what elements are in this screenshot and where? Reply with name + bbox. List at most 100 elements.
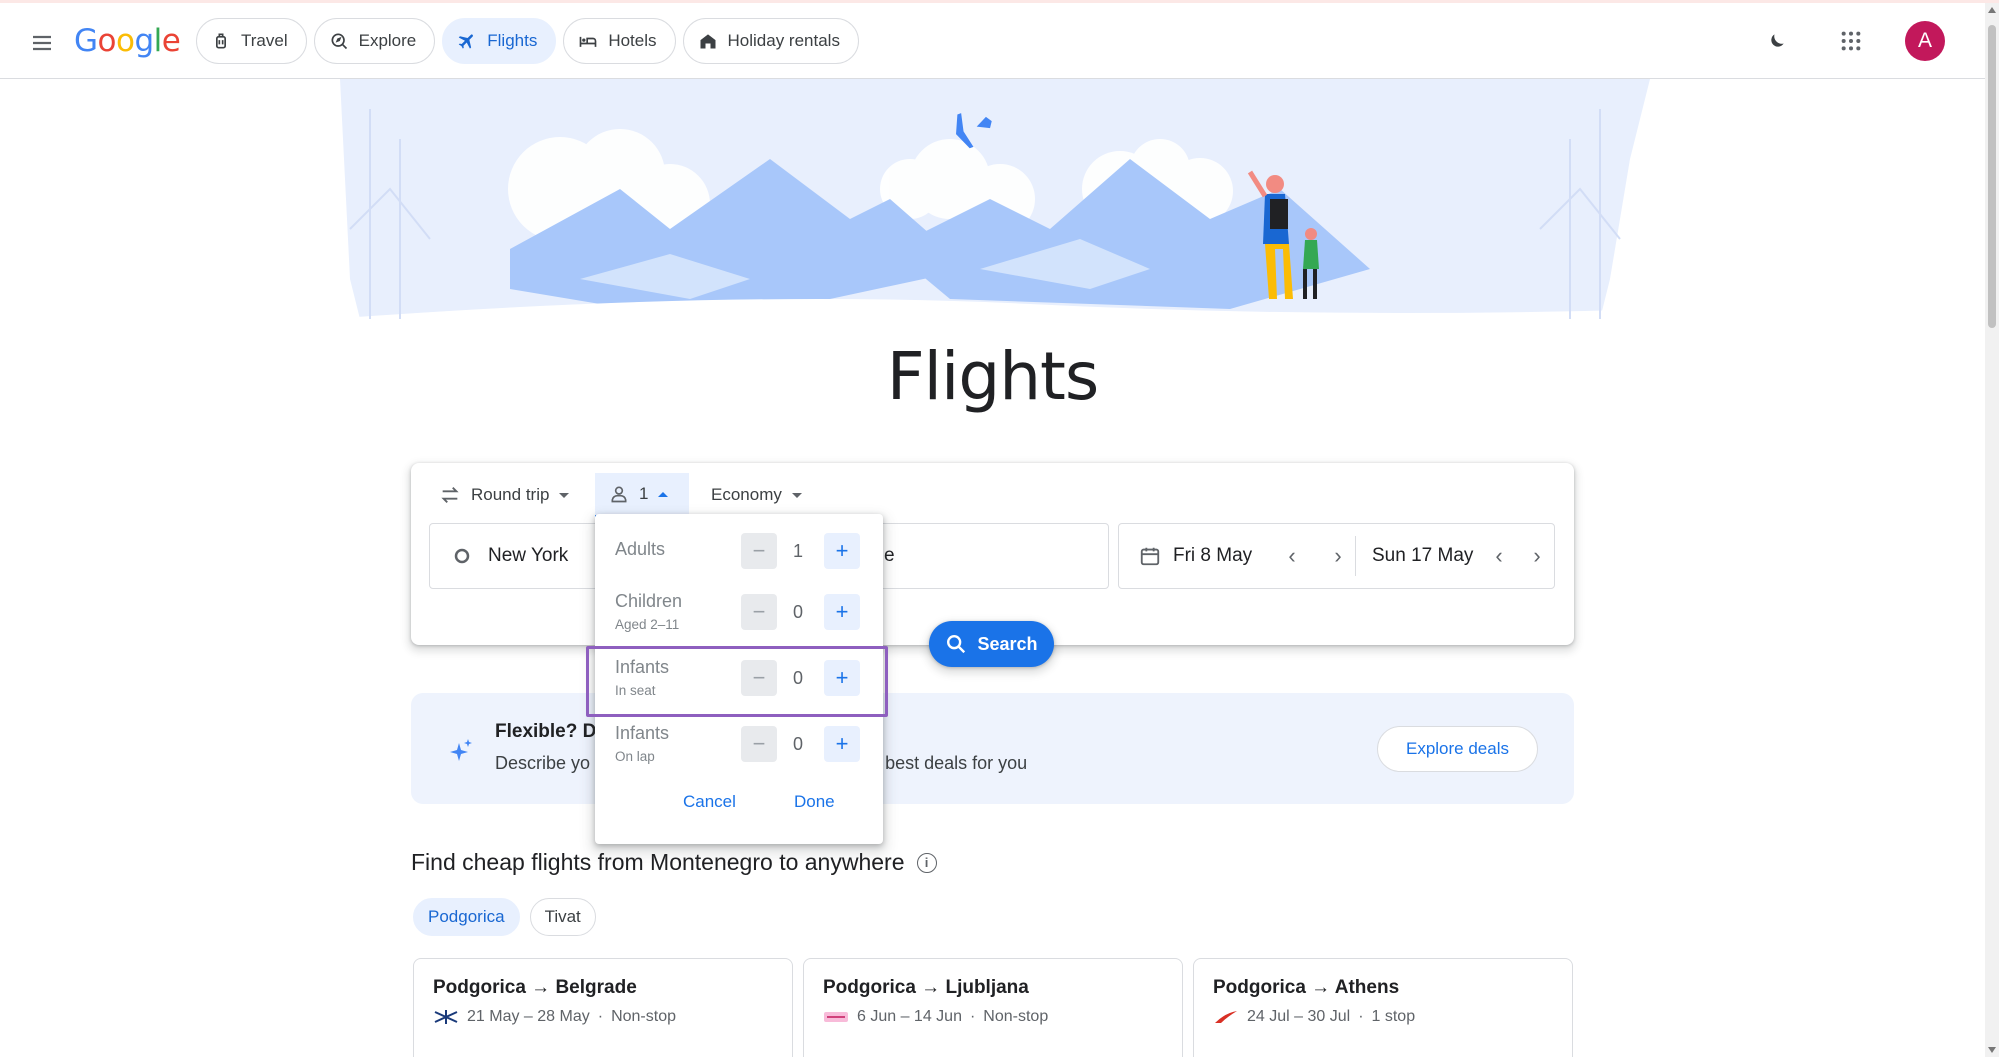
- destination-meta: 21 May – 28 May · Non-stop: [433, 1008, 773, 1026]
- origin-input[interactable]: New York: [430, 524, 610, 588]
- cabin-class-value: Economy: [711, 485, 782, 504]
- nav-flights[interactable]: Flights: [442, 18, 557, 64]
- search-button[interactable]: Search: [929, 621, 1054, 667]
- origin-city-chips: Podgorica Tivat: [413, 898, 596, 936]
- children-label: Children: [615, 591, 683, 611]
- flight-icon: [459, 34, 474, 49]
- luggage-icon: [216, 33, 226, 49]
- nav-travel-label: Travel: [241, 31, 288, 50]
- children-age-range: Aged 2–11: [615, 617, 680, 632]
- infants-on-lap-label: Infants: [615, 723, 670, 743]
- passenger-count-select[interactable]: 1: [595, 473, 689, 517]
- scroll-thumb[interactable]: [1988, 25, 1996, 328]
- destination-route: Podgorica → Belgrade: [433, 977, 637, 998]
- trip-type-select[interactable]: Round trip: [429, 473, 579, 517]
- explore-deals-button[interactable]: Explore deals: [1376, 726, 1538, 772]
- caret-down-icon: [791, 492, 802, 498]
- nav-hotels-label: Hotels: [608, 31, 657, 50]
- cheap-flights-heading: Find cheap flights from Montenegro to an…: [411, 849, 937, 876]
- destination-card[interactable]: Podgorica → Belgrade 21 May – 28 May · Non…: [413, 958, 793, 1057]
- focus-highlight-box: [586, 646, 888, 717]
- return-prev-day-chevron-left-icon[interactable]: ‹: [1482, 539, 1516, 573]
- infants-on-lap-increment-button[interactable]: +: [824, 726, 860, 762]
- caret-down-icon: [559, 492, 570, 498]
- done-button[interactable]: Done: [794, 782, 835, 822]
- adults-count: 1: [792, 541, 803, 561]
- nav-explore-label: Explore: [358, 31, 417, 50]
- google-logo[interactable]: Google: [74, 23, 181, 59]
- info-icon[interactable]: i: [916, 852, 937, 873]
- adults-row: Adults − 1 +: [595, 520, 883, 582]
- hamburger-icon: [33, 35, 51, 51]
- caret-up-icon: [658, 491, 669, 497]
- air-serbia-logo-icon: [434, 1010, 458, 1024]
- infants-on-lap-row: Infants On lap − 0 +: [595, 713, 883, 775]
- explore-icon: [331, 33, 347, 50]
- apps-grid-icon: [1841, 31, 1861, 51]
- infants-on-lap-decrement-button[interactable]: −: [741, 726, 777, 762]
- destination-cards: Podgorica → Belgrade 21 May – 28 May · Non…: [413, 958, 1573, 1057]
- nav-travel[interactable]: Travel: [196, 18, 307, 64]
- main-menu-button[interactable]: [22, 23, 62, 63]
- date-range-field: Fri 8 May ‹ › Sun 17 May ‹ ›: [1118, 523, 1555, 589]
- adults-decrement-button[interactable]: −: [741, 533, 777, 569]
- destination-meta: 24 Jul – 30 Jul · 1 stop: [1213, 1008, 1553, 1026]
- return-date-input[interactable]: Sun 17 May ‹ ›: [1356, 524, 1554, 588]
- destination-meta: 6 Jun – 14 Jun · Non-stop: [823, 1008, 1163, 1026]
- google-apps-button[interactable]: [1831, 21, 1871, 61]
- depart-date-input[interactable]: Fri 8 May ‹ ›: [1119, 524, 1355, 588]
- top-bar: Google Travel Explore Flights Hotels Hol…: [0, 3, 1985, 79]
- children-increment-button[interactable]: +: [824, 594, 860, 630]
- destination-card[interactable]: Podgorica → Ljubljana 6 Jun – 14 Jun · Non…: [803, 958, 1183, 1057]
- search-button-label: Search: [977, 633, 1038, 654]
- city-chip-tivat[interactable]: Tivat: [529, 898, 596, 936]
- destination-route: Podgorica → Ljubljana: [823, 977, 1029, 998]
- flights-hero-illustration: [330, 79, 1660, 359]
- return-next-day-chevron-right-icon[interactable]: ›: [1520, 539, 1554, 573]
- infants-on-lap-count: 0: [792, 734, 803, 754]
- dark-mode-button[interactable]: [1757, 21, 1797, 61]
- adults-label: Adults: [615, 539, 666, 559]
- trip-type-value: Round trip: [471, 485, 550, 504]
- depart-prev-day-chevron-left-icon[interactable]: ‹: [1275, 539, 1309, 573]
- nav-holiday-rentals-label: Holiday rentals: [727, 31, 840, 50]
- destination-input[interactable]: e: [884, 524, 895, 588]
- nav-flights-label: Flights: [487, 31, 538, 50]
- children-count: 0: [792, 602, 803, 622]
- passenger-count-value: 1: [639, 484, 649, 503]
- return-date-value: Sun 17 May: [1372, 545, 1474, 566]
- sparkle-icon: [450, 739, 472, 761]
- flight-search-form: Round trip 1 Economy New York e Fri 8 Ma…: [411, 463, 1574, 645]
- scroll-down-arrow-icon[interactable]: [1988, 1047, 1996, 1053]
- airline-logo-icon: [824, 1012, 848, 1022]
- travel-nav: Travel Explore Flights Hotels Holiday re…: [196, 18, 859, 64]
- infants-on-lap-sub: On lap: [615, 749, 655, 764]
- search-icon: [947, 635, 966, 654]
- nav-holiday-rentals[interactable]: Holiday rentals: [682, 18, 859, 64]
- destination-route: Podgorica → Athens: [1213, 977, 1400, 998]
- page-title: Flights: [886, 338, 1100, 415]
- depart-date-value: Fri 8 May: [1173, 545, 1253, 566]
- scroll-up-arrow-icon[interactable]: [1988, 7, 1996, 13]
- moon-icon: [1771, 34, 1784, 47]
- cancel-button[interactable]: Cancel: [683, 782, 736, 822]
- cabin-class-select[interactable]: Economy: [701, 473, 812, 517]
- origin-circle-icon: [454, 548, 470, 564]
- bed-icon: [579, 36, 597, 47]
- destination-card[interactable]: Podgorica → Athens 24 Jul – 30 Jul · 1 sto…: [1193, 958, 1573, 1057]
- depart-next-day-chevron-right-icon[interactable]: ›: [1321, 539, 1355, 573]
- adults-increment-button[interactable]: +: [824, 533, 860, 569]
- children-decrement-button[interactable]: −: [741, 594, 777, 630]
- dropdown-actions: Cancel Done: [595, 782, 883, 822]
- calendar-icon: [1140, 547, 1160, 566]
- nav-explore[interactable]: Explore: [313, 18, 436, 64]
- children-row: Children Aged 2–11 − 0 +: [595, 581, 883, 643]
- page-scrollbar[interactable]: [1985, 3, 1999, 1057]
- nav-hotels[interactable]: Hotels: [563, 18, 676, 64]
- person-icon: [611, 486, 627, 503]
- account-avatar[interactable]: A: [1905, 21, 1945, 61]
- airline-logo-icon: [1215, 1011, 1237, 1023]
- city-chip-podgorica[interactable]: Podgorica: [413, 898, 520, 936]
- house-icon: [700, 34, 716, 49]
- swap-arrows-icon: [441, 487, 459, 503]
